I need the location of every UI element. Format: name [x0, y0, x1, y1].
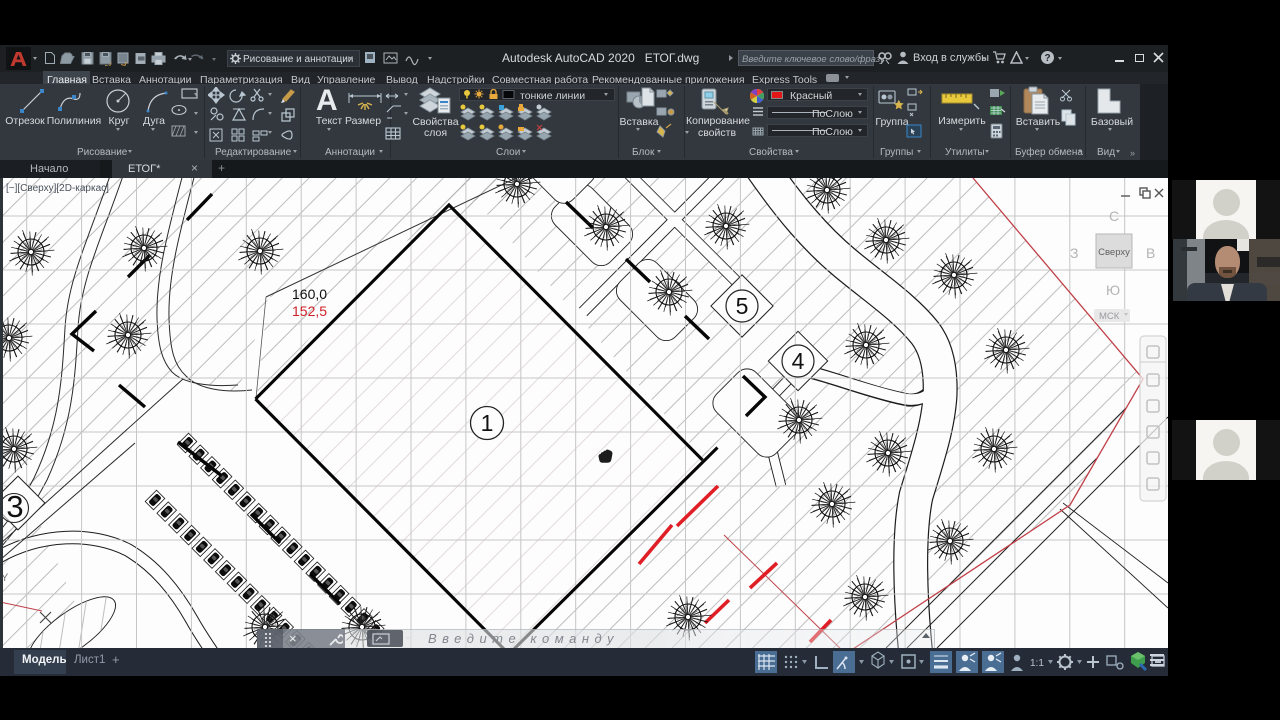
- svg-text:1:1: 1:1: [1030, 658, 1044, 669]
- svg-text:МСК: МСК: [1099, 311, 1120, 322]
- svg-text:С: С: [1109, 208, 1119, 224]
- svg-text:Ю: Ю: [1106, 282, 1120, 298]
- svg-text:В: В: [1146, 245, 1155, 261]
- svg-text:[−][Сверху][2D-каркас]: [−][Сверху][2D-каркас]: [6, 183, 109, 194]
- svg-text:1: 1: [481, 410, 494, 436]
- svg-text:З: З: [1070, 245, 1078, 261]
- svg-text:?: ?: [1044, 53, 1050, 64]
- svg-text:160,0: 160,0: [292, 286, 327, 302]
- svg-text:Сверху: Сверху: [1098, 247, 1130, 258]
- svg-text:152,5: 152,5: [292, 303, 327, 319]
- svg-text:3: 3: [6, 489, 23, 524]
- svg-text:5: 5: [736, 293, 749, 319]
- svg-text:4: 4: [792, 348, 805, 374]
